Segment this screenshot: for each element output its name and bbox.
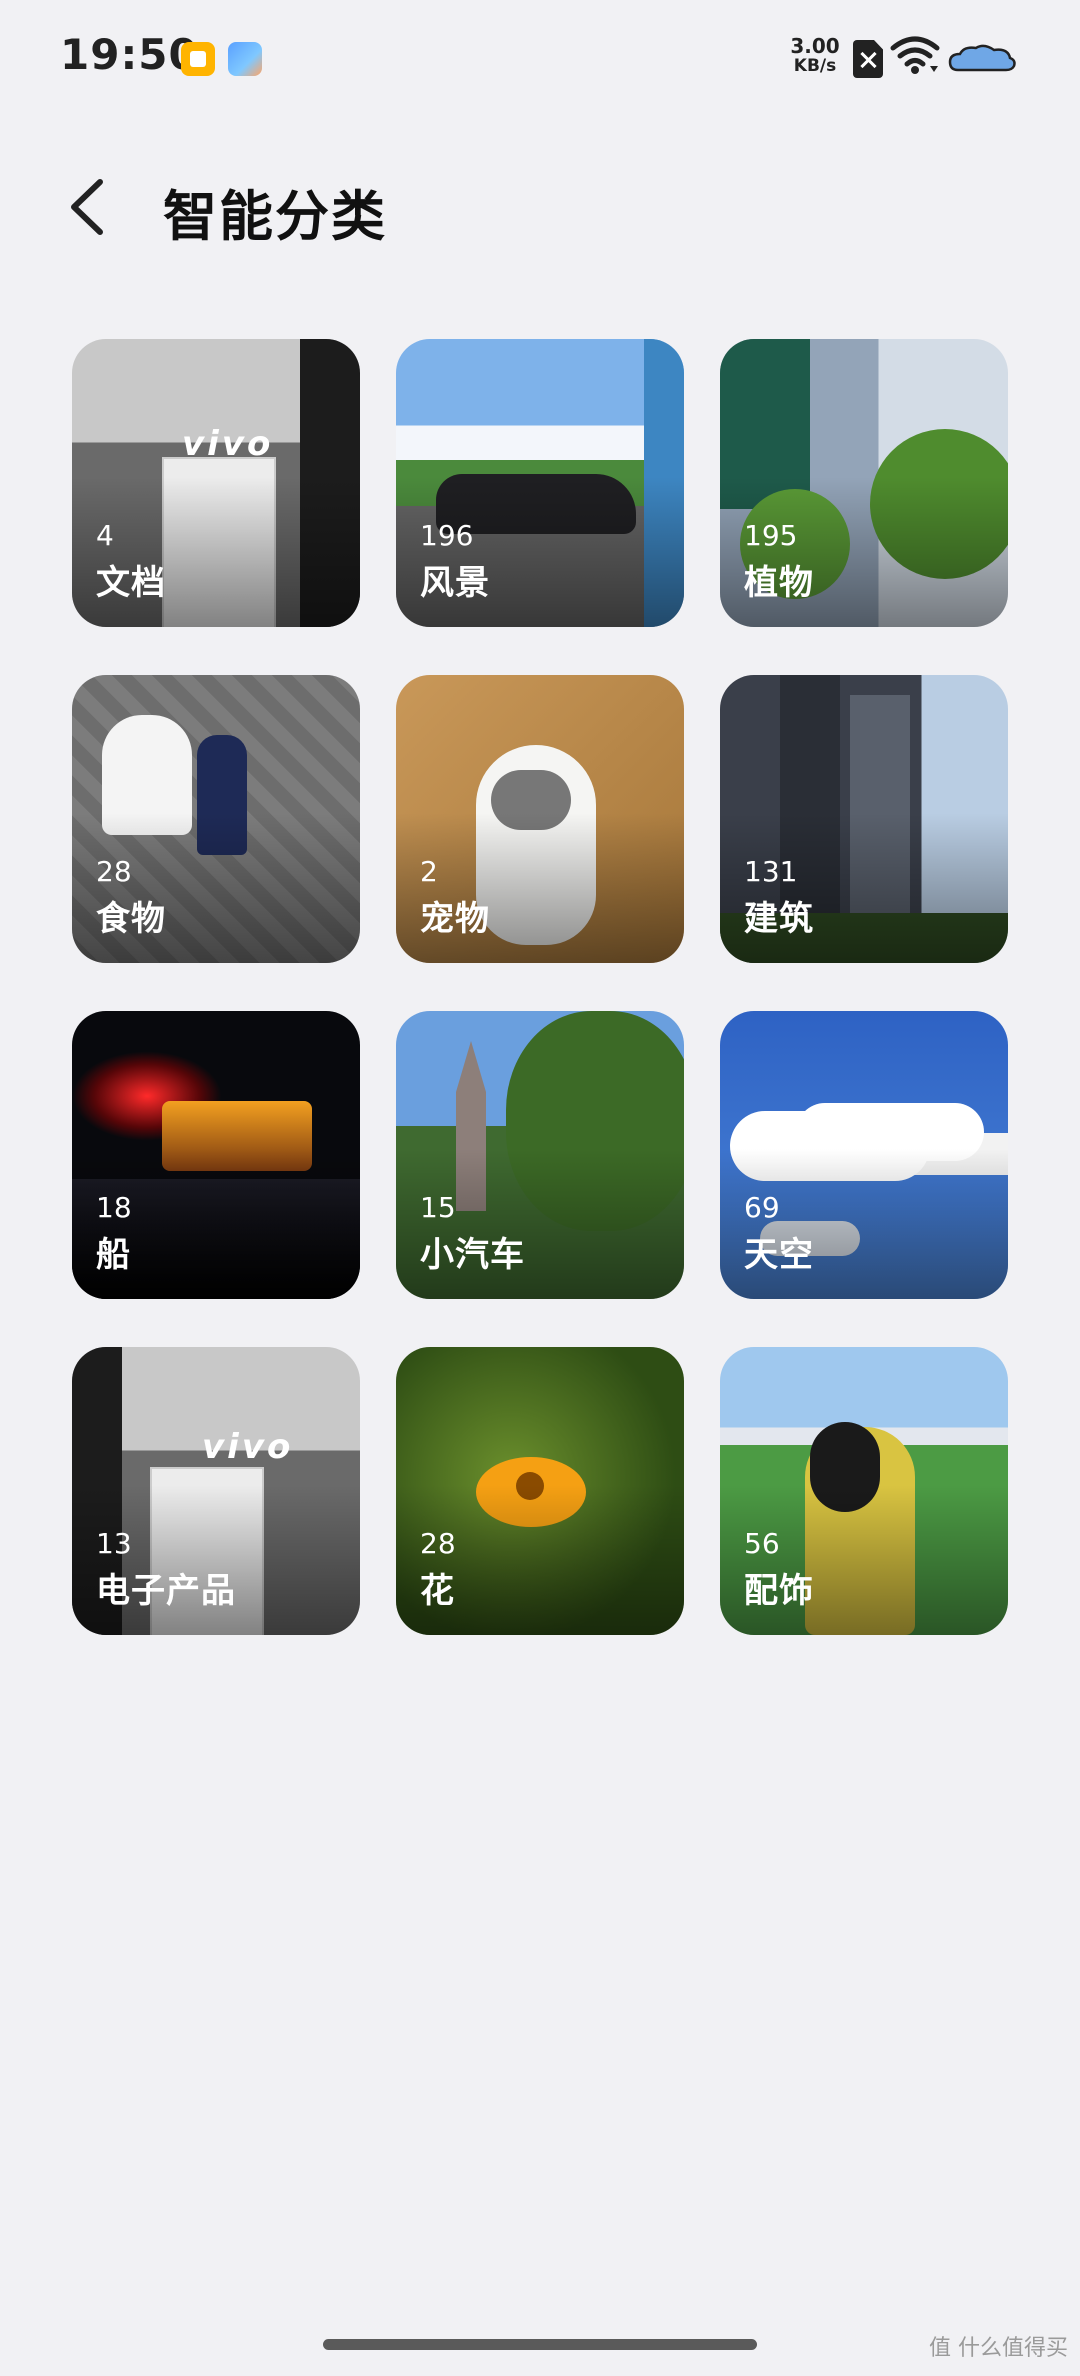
category-tile-food[interactable]: 28 食物 bbox=[72, 675, 360, 963]
category-tile-buildings[interactable]: 131 建筑 bbox=[720, 675, 1008, 963]
category-label: 花 bbox=[420, 1571, 455, 1611]
category-tile-documents[interactable]: vivo 4 文档 bbox=[72, 339, 360, 627]
page-title: 智能分类 bbox=[163, 185, 387, 248]
category-tile-accessories[interactable]: 56 配饰 bbox=[720, 1347, 1008, 1635]
category-tile-scenery[interactable]: 196 风景 bbox=[396, 339, 684, 627]
photo-logo-text: vivo bbox=[202, 1427, 294, 1467]
watermark: 值 什么值得买 bbox=[929, 2336, 1068, 2361]
battery-icon bbox=[948, 44, 1016, 72]
category-tile-plants[interactable]: 195 植物 bbox=[720, 339, 1008, 627]
category-tile-boats[interactable]: 18 船 bbox=[72, 1011, 360, 1299]
category-tile-sky[interactable]: 69 天空 bbox=[720, 1011, 1008, 1299]
no-sim-icon bbox=[853, 40, 883, 78]
network-speed-unit: KB/s bbox=[793, 56, 837, 76]
category-count: 28 bbox=[96, 855, 132, 888]
category-label: 文档 bbox=[96, 563, 166, 603]
status-time: 19:50 bbox=[60, 30, 199, 79]
home-indicator[interactable] bbox=[323, 2339, 757, 2350]
app-gallery-icon bbox=[228, 42, 262, 76]
chevron-left-icon[interactable] bbox=[64, 178, 114, 236]
category-label: 小汽车 bbox=[420, 1235, 525, 1275]
category-count: 4 bbox=[96, 519, 114, 552]
category-count: 56 bbox=[744, 1527, 780, 1560]
category-count: 2 bbox=[420, 855, 438, 888]
category-tile-electronics[interactable]: vivo 13 电子产品 bbox=[72, 1347, 360, 1635]
category-label: 宠物 bbox=[420, 899, 490, 939]
category-label: 食物 bbox=[96, 899, 166, 939]
status-bar: 19:50 3.00 KB/s bbox=[0, 0, 1080, 120]
category-label: 船 bbox=[96, 1235, 131, 1275]
category-label: 建筑 bbox=[744, 899, 814, 939]
category-count: 13 bbox=[96, 1527, 132, 1560]
network-speed-value: 3.00 bbox=[790, 34, 840, 58]
category-count: 15 bbox=[420, 1191, 456, 1224]
category-count: 69 bbox=[744, 1191, 780, 1224]
category-count: 195 bbox=[744, 519, 798, 552]
category-tile-cars[interactable]: 15 小汽车 bbox=[396, 1011, 684, 1299]
category-label: 天空 bbox=[744, 1235, 814, 1275]
category-count: 28 bbox=[420, 1527, 456, 1560]
wifi-icon bbox=[890, 36, 940, 74]
network-speed: 3.00 KB/s bbox=[790, 36, 840, 76]
category-label: 配饰 bbox=[744, 1571, 814, 1611]
photo-logo-text: vivo bbox=[182, 424, 274, 464]
app-notification-icon bbox=[181, 42, 215, 76]
category-count: 196 bbox=[420, 519, 474, 552]
category-tile-pets[interactable]: 2 宠物 bbox=[396, 675, 684, 963]
category-tile-flowers[interactable]: 28 花 bbox=[396, 1347, 684, 1635]
category-label: 电子产品 bbox=[96, 1571, 236, 1611]
category-count: 18 bbox=[96, 1191, 132, 1224]
category-count: 131 bbox=[744, 855, 798, 888]
category-label: 植物 bbox=[744, 563, 814, 603]
category-label: 风景 bbox=[420, 563, 490, 603]
